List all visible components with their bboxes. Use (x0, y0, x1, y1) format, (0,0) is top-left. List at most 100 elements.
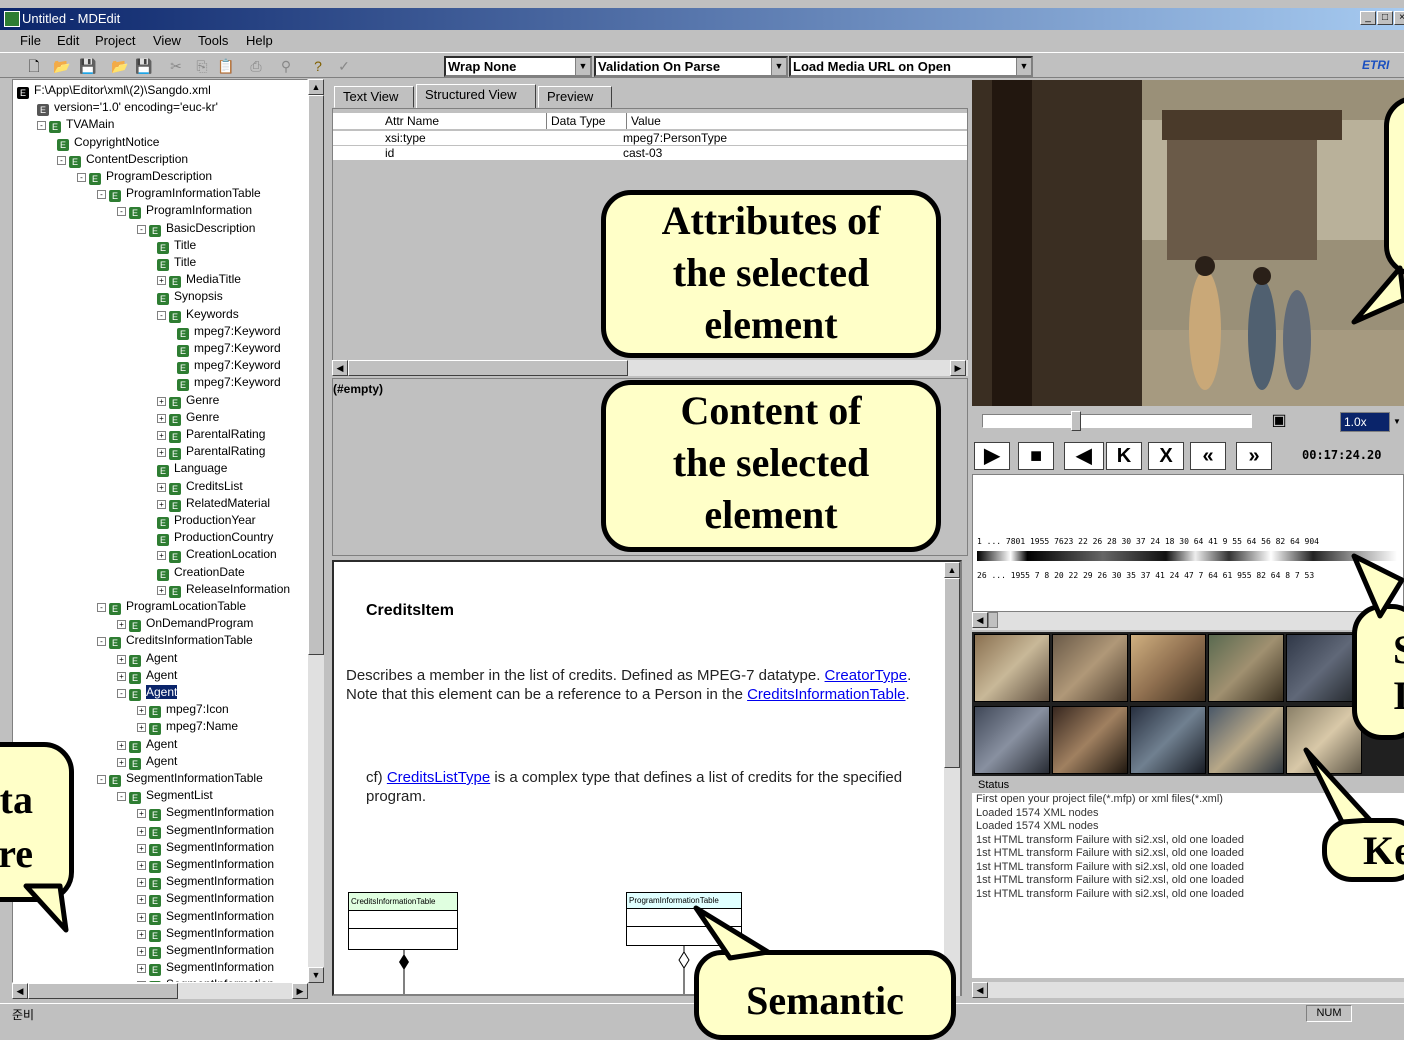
creditsinformationtable-link[interactable]: CreditsInformationTable (747, 686, 905, 703)
tree-node[interactable]: E CopyrightNotice (57, 134, 159, 151)
expand-icon[interactable]: + (157, 585, 166, 595)
timeline-horizontal-scrollbar[interactable]: ◀ (972, 612, 1404, 630)
table-row[interactable]: id cast-03 (333, 146, 967, 160)
tree-node[interactable]: + E MediaTitle (157, 271, 241, 289)
timeline-pane[interactable]: 1 ... 7801 1955 7623 22 26 28 30 37 24 1… (972, 474, 1404, 612)
doc-vertical-scrollbar[interactable]: ▲ (944, 562, 960, 996)
keyframe-thumbnail[interactable] (1130, 634, 1206, 702)
snapshot-icon[interactable]: ▣ (1268, 410, 1290, 430)
expand-icon[interactable]: + (157, 413, 166, 423)
scroll-right-icon[interactable]: ▶ (950, 360, 966, 376)
scroll-thumb[interactable] (944, 578, 960, 768)
tree-node[interactable]: - E ProgramLocationTable (97, 598, 246, 615)
find-icon[interactable]: ⚲ (276, 56, 296, 76)
collapse-icon[interactable]: - (97, 775, 106, 784)
tree-node[interactable]: +E SegmentInformation (137, 908, 274, 925)
tree-node[interactable]: - E TVAMain (37, 116, 114, 134)
scroll-up-icon[interactable]: ▲ (308, 79, 324, 95)
collapse-icon[interactable]: - (157, 310, 166, 320)
save-project-icon[interactable]: 💾 (134, 56, 154, 76)
keyframe-thumbnail[interactable] (974, 634, 1050, 702)
collapse-icon[interactable]: - (37, 121, 46, 131)
scroll-right-icon[interactable]: ▶ (292, 983, 308, 999)
expand-icon[interactable]: + (137, 878, 146, 888)
expand-icon[interactable]: + (137, 706, 146, 716)
tree-node[interactable]: +E SegmentInformation (137, 890, 274, 908)
menu-project[interactable]: Project (95, 33, 135, 48)
tree-node[interactable]: + E Agent (117, 753, 177, 770)
tree-node[interactable]: E Title (157, 237, 196, 254)
tree-node[interactable]: + E Genre (157, 409, 219, 426)
tree-node[interactable]: - E Keywords (157, 306, 239, 323)
new-file-icon[interactable]: 🗋 (24, 56, 44, 76)
tree-node[interactable]: - E SegmentInformationTable (97, 770, 263, 787)
scroll-left-icon[interactable]: ◀ (972, 612, 988, 628)
tree-node[interactable]: E ProductionYear (157, 512, 256, 529)
expand-icon[interactable]: + (117, 740, 126, 750)
tree-node[interactable]: + E RelatedMaterial (157, 495, 270, 512)
tree-node[interactable]: Empeg7:Keyword (177, 357, 281, 375)
print-icon[interactable]: ⎙ (246, 56, 266, 76)
scroll-thumb[interactable] (348, 360, 628, 376)
tree-node[interactable]: E CreationDate (157, 564, 245, 581)
video-frame[interactable] (972, 80, 1404, 406)
column-value[interactable]: Value (627, 113, 967, 129)
next-frame-icon[interactable]: X (1148, 442, 1184, 470)
wrap-select[interactable]: Wrap None ▼ (444, 56, 592, 77)
tree-node[interactable]: E Title (157, 254, 196, 271)
validate-icon[interactable]: ✓ (334, 56, 354, 76)
keyframe-thumbnail[interactable] (1208, 634, 1284, 702)
close-button[interactable]: × (1394, 11, 1404, 25)
collapse-icon[interactable]: - (137, 224, 146, 234)
help-icon[interactable]: ? (308, 56, 328, 76)
expand-icon[interactable]: + (137, 723, 146, 733)
save-icon[interactable]: 💾 (78, 56, 98, 76)
tree-node[interactable]: Eversion='1.0' encoding='euc-kr' (37, 99, 218, 117)
rewind-icon[interactable]: « (1190, 442, 1226, 470)
collapse-icon[interactable]: - (117, 689, 126, 698)
menu-help[interactable]: Help (246, 33, 273, 48)
tab-preview[interactable]: Preview (538, 86, 612, 108)
keyframe-thumbnail[interactable] (1130, 706, 1206, 774)
cut-icon[interactable]: ✂ (166, 56, 186, 76)
collapse-icon[interactable]: - (57, 155, 66, 165)
tree-node[interactable]: +E SegmentInformation (137, 942, 274, 959)
prev-frame-icon[interactable]: K (1106, 442, 1142, 470)
tree-node[interactable]: E ProductionCountry (157, 529, 273, 547)
stop-icon[interactable]: ■ (1018, 442, 1054, 470)
expand-icon[interactable]: + (137, 861, 146, 870)
validation-select[interactable]: Validation On Parse ▼ (594, 56, 788, 77)
scroll-thumb[interactable] (988, 612, 998, 628)
expand-icon[interactable]: + (117, 757, 126, 767)
menu-file[interactable]: File (20, 33, 41, 48)
tree-node[interactable]: Empeg7:Keyword (177, 374, 281, 392)
expand-icon[interactable]: + (157, 431, 166, 440)
seek-slider[interactable] (982, 411, 1252, 431)
keyframe-thumbnail[interactable] (1052, 706, 1128, 774)
tree-node[interactable]: - E CreditsInformationTable (97, 632, 253, 650)
collapse-icon[interactable]: - (97, 603, 106, 612)
tab-text-view[interactable]: Text View (334, 86, 414, 108)
collapse-icon[interactable]: - (77, 173, 86, 182)
menu-view[interactable]: View (153, 33, 181, 48)
tree-node[interactable]: + E CreditsList (157, 478, 243, 495)
copy-icon[interactable]: ⎘ (192, 56, 212, 76)
keyframe-thumbnail[interactable] (974, 706, 1050, 774)
collapse-icon[interactable]: - (97, 190, 106, 200)
attribute-horizontal-scrollbar[interactable]: ◀ ▶ (332, 360, 968, 376)
tree-node[interactable]: + Empeg7:Icon (137, 701, 229, 719)
scroll-down-icon[interactable]: ▼ (308, 967, 324, 983)
fast-forward-icon[interactable]: » (1236, 442, 1272, 470)
keyframe-thumbnail[interactable] (1208, 706, 1284, 774)
expand-icon[interactable]: + (157, 551, 166, 561)
column-data-type[interactable]: Data Type (547, 113, 627, 129)
maximize-button[interactable]: □ (1377, 11, 1393, 25)
tree-node[interactable]: Empeg7:Keyword (177, 340, 281, 357)
tree-node[interactable]: - E ProgramInformation (117, 202, 252, 220)
creditslisttype-link[interactable]: CreditsListType (387, 769, 490, 786)
table-row[interactable]: xsi:type mpeg7:PersonType (333, 131, 967, 145)
tree-node[interactable]: - E ProgramDescription (77, 168, 212, 185)
tree-node[interactable]: + E Genre (157, 392, 219, 409)
step-back-icon[interactable]: ◀ (1064, 442, 1104, 470)
expand-icon[interactable]: + (137, 826, 146, 836)
